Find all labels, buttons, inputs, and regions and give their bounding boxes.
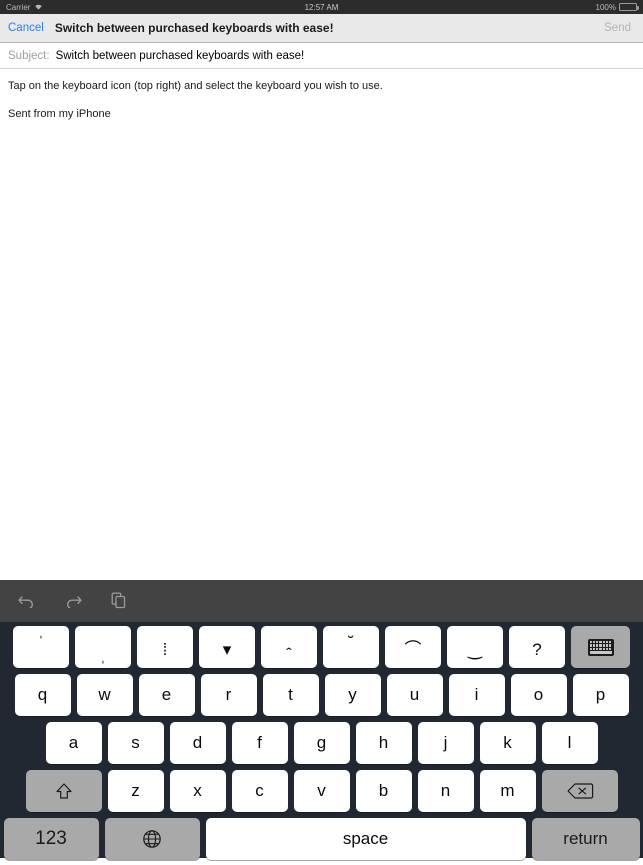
- key-h[interactable]: h: [356, 722, 412, 764]
- globe-icon[interactable]: [105, 818, 200, 860]
- battery-full-icon: [619, 3, 637, 11]
- battery-percent-label: 100%: [596, 3, 616, 12]
- navigation-bar: Cancel Switch between purchased keyboard…: [0, 14, 643, 43]
- keyboard-row-accents: ˈ ˌ ⁞ ▾ ˆ ˘ ⌒ ‿ ?: [3, 626, 640, 668]
- redo-icon[interactable]: [60, 588, 86, 614]
- key-q[interactable]: q: [15, 674, 71, 716]
- key-m[interactable]: m: [480, 770, 536, 812]
- keyboard-row-qwerty: q w e r t y u i o p: [3, 674, 640, 716]
- status-bar: Carrier 12:57 AM 100%: [0, 0, 643, 14]
- key-c[interactable]: c: [232, 770, 288, 812]
- return-key[interactable]: return: [532, 818, 640, 860]
- key-n[interactable]: n: [418, 770, 474, 812]
- send-button[interactable]: Send: [604, 22, 631, 34]
- key-i[interactable]: i: [449, 674, 505, 716]
- subject-label: Subject:: [8, 50, 50, 62]
- keyboard-row-zxcv: z x c v b n m: [3, 770, 640, 812]
- key-x[interactable]: x: [170, 770, 226, 812]
- keyboard-toolbar: [0, 580, 643, 622]
- key-s[interactable]: s: [108, 722, 164, 764]
- compose-content: Subject: Switch between purchased keyboa…: [0, 43, 643, 609]
- cedilla-accent-key[interactable]: ˌ: [75, 626, 131, 668]
- key-t[interactable]: t: [263, 674, 319, 716]
- key-r[interactable]: r: [201, 674, 257, 716]
- numbers-key[interactable]: 123: [4, 818, 99, 860]
- keyboard-row-bottom: 123 space return: [3, 818, 640, 860]
- body-text: Tap on the keyboard icon (top right) and…: [8, 79, 635, 94]
- status-bar-time: 12:57 AM: [0, 0, 643, 14]
- undertie-accent-key[interactable]: ‿: [447, 626, 503, 668]
- key-z[interactable]: z: [108, 770, 164, 812]
- signature-text: Sent from my iPhone: [8, 108, 635, 120]
- key-f[interactable]: f: [232, 722, 288, 764]
- key-p[interactable]: p: [573, 674, 629, 716]
- key-y[interactable]: y: [325, 674, 381, 716]
- keyboard-rows: ˈ ˌ ⁞ ▾ ˆ ˘ ⌒ ‿ ?: [0, 622, 643, 865]
- key-l[interactable]: l: [542, 722, 598, 764]
- key-v[interactable]: v: [294, 770, 350, 812]
- shift-icon[interactable]: [26, 770, 102, 812]
- keyboard-icon[interactable]: [571, 626, 630, 668]
- on-screen-keyboard: ˈ ˌ ⁞ ▾ ˆ ˘ ⌒ ‿ ?: [0, 580, 643, 858]
- key-d[interactable]: d: [170, 722, 226, 764]
- space-key[interactable]: space: [206, 818, 526, 860]
- backspace-icon[interactable]: [542, 770, 618, 812]
- paste-icon[interactable]: [106, 588, 132, 614]
- key-w[interactable]: w: [77, 674, 133, 716]
- subject-field-row[interactable]: Subject: Switch between purchased keyboa…: [0, 43, 643, 69]
- keyboard-row-asdf: a s d f g h j k l: [3, 722, 640, 764]
- message-body[interactable]: Tap on the keyboard icon (top right) and…: [0, 69, 643, 609]
- inverted-breve-accent-key[interactable]: ⌒: [385, 626, 441, 668]
- key-e[interactable]: e: [139, 674, 195, 716]
- key-u[interactable]: u: [387, 674, 443, 716]
- key-g[interactable]: g: [294, 722, 350, 764]
- key-a[interactable]: a: [46, 722, 102, 764]
- cancel-button[interactable]: Cancel: [8, 22, 44, 34]
- key-b[interactable]: b: [356, 770, 412, 812]
- acute-accent-key[interactable]: ˈ: [13, 626, 69, 668]
- question-mark-key[interactable]: ?: [509, 626, 565, 668]
- key-o[interactable]: o: [511, 674, 567, 716]
- circumflex-accent-key[interactable]: ˆ: [261, 626, 317, 668]
- breve-accent-key[interactable]: ˘: [323, 626, 379, 668]
- subject-input[interactable]: Switch between purchased keyboards with …: [56, 50, 305, 62]
- status-bar-right: 100%: [596, 3, 637, 12]
- undo-icon[interactable]: [14, 588, 40, 614]
- key-k[interactable]: k: [480, 722, 536, 764]
- key-j[interactable]: j: [418, 722, 474, 764]
- diaeresis-accent-key[interactable]: ⁞: [137, 626, 193, 668]
- caron-accent-key[interactable]: ▾: [199, 626, 255, 668]
- page-title: Switch between purchased keyboards with …: [55, 21, 334, 35]
